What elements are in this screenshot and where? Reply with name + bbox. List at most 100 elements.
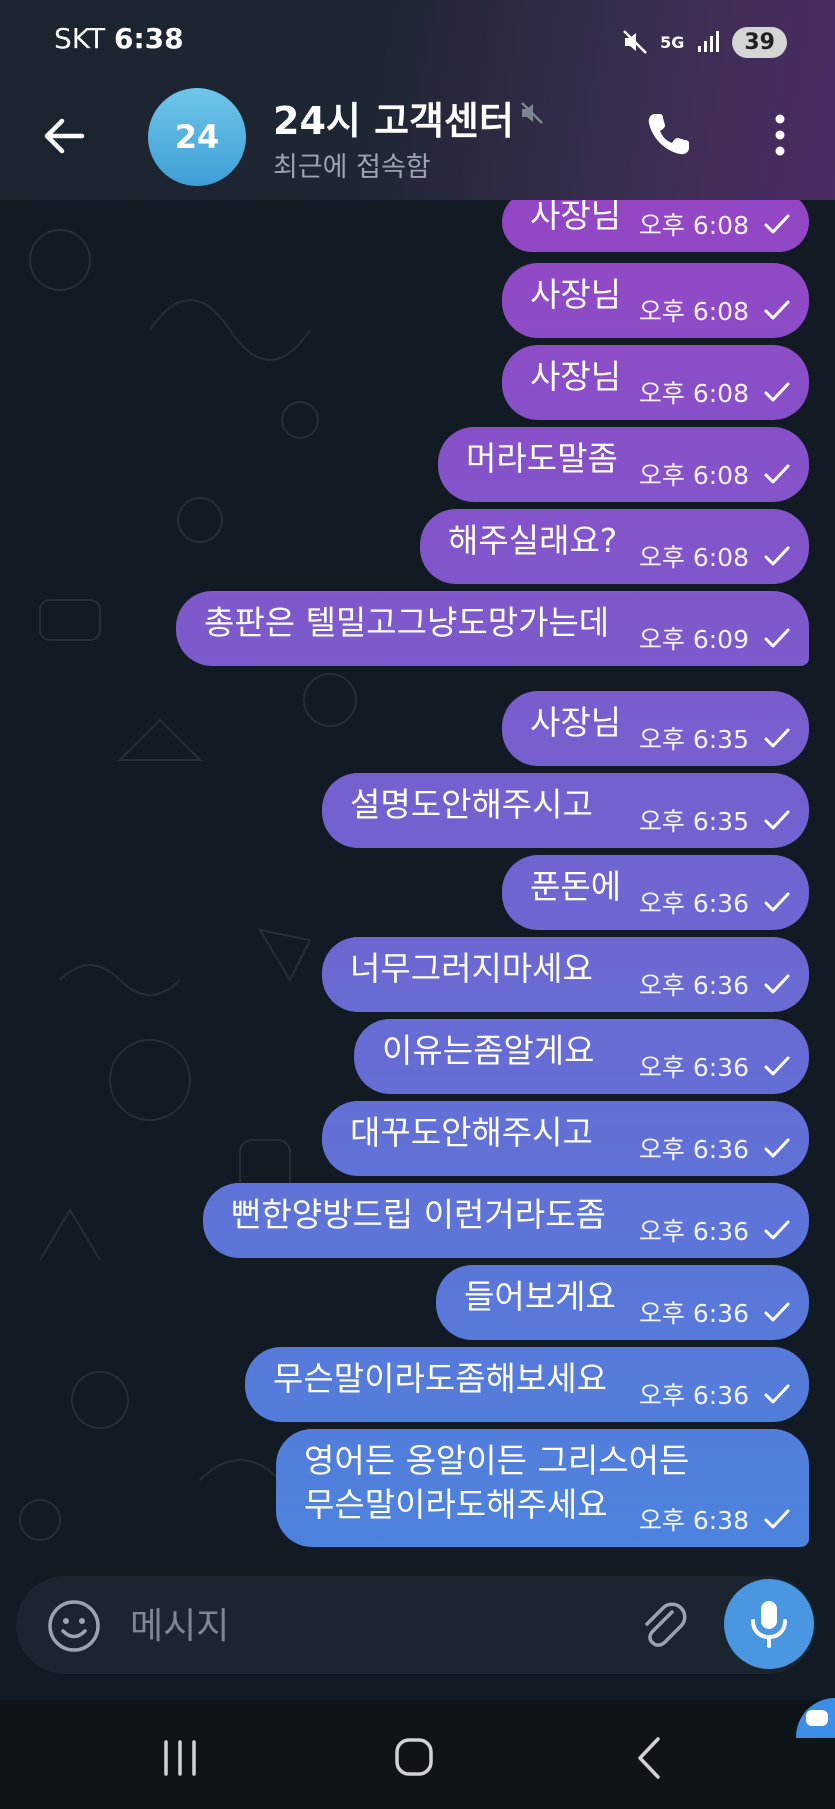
message-text: 사장님 [530,196,622,235]
message-time: 오후 6:36 [638,971,749,1000]
check-icon [764,974,790,994]
message-time: 오후 6:36 [638,1135,749,1164]
message-meta: 오후 6:36 [639,1130,791,1166]
message-time: 오후 6:36 [638,1381,749,1410]
check-icon [764,546,790,566]
check-icon [764,300,790,320]
home-icon[interactable] [384,1730,444,1786]
message-meta: 오후 6:36 [639,884,791,920]
message-time: 오후 6:36 [638,1217,749,1246]
more-vert-icon[interactable] [760,112,800,158]
message-bubble[interactable]: 들어보게요오후 6:36 [436,1265,809,1340]
message-time: 오후 6:36 [638,889,749,918]
message-text: 들어보게요 [464,1277,616,1316]
message-text: 영어든 옹알이든 그리스어든 무슨말이라도해주세요 [304,1441,690,1524]
message-text: 너무그러지마세요 [350,949,593,988]
message-bubble[interactable]: 영어든 옹알이든 그리스어든 무슨말이라도해주세요 오후 6:38 [276,1429,809,1547]
message-bubble[interactable]: 사장님오후 6:08 [502,263,809,338]
back-arrow-icon[interactable] [38,110,90,162]
message-list[interactable]: 사장님 오후 6:08 사장님 오후 6:08 사장님 오후 6:08 머라도말좀 오후 6:… [0,192,835,1570]
message-bubble[interactable]: 설명도안해주시고오후 6:35 [322,773,809,848]
message-time: 오후 6:08 [638,543,749,572]
message-text: 머라도말좀 [466,439,618,478]
clock: 6:38 [113,22,184,55]
last-seen-status: 최근에 접속함 [273,152,431,183]
message-bubble[interactable]: 사장님 오후 6:08 [502,345,809,420]
message-text: 푼돈에 [530,867,622,906]
system-navigation-bar [0,1700,835,1809]
message-time: 오후 6:36 [638,1053,749,1082]
message-time: 오후 6:35 [638,807,749,836]
message-meta: 오후 6:38 [639,1501,791,1537]
check-icon [764,728,790,748]
mute-icon [521,102,543,124]
avatar[interactable]: 24 [148,88,246,186]
message-time: 오후 6:38 [638,1506,749,1535]
chat-header: SKT 6:38 5G 39 24 24시 고객센터 최근에 접속함 [0,0,835,200]
message-meta: 오후 6:35 [639,720,791,756]
recent-apps-icon[interactable] [150,1730,210,1786]
message-text: 설명도안해주시고 [350,785,593,824]
message-meta: 오후 6:08 [639,456,791,492]
message-bubble[interactable]: 해주실래요? 오후 6:08 [420,509,809,584]
check-icon [764,892,790,912]
message-bubble[interactable]: 총판은 텔밀고그냥도망가는데오후 6:09 [176,591,809,666]
message-text: 사장님 [530,703,622,742]
message-input[interactable] [128,1596,612,1656]
message-text: 무슨말이라도좀해보세요 [273,1359,607,1398]
check-icon [764,1138,790,1158]
message-meta: 오후 6:36 [639,1294,791,1330]
message-bubble[interactable]: 사장님오후 6:35 [502,691,809,766]
network-type-icon: 5G [660,32,685,52]
message-meta: 오후 6:36 [639,1212,791,1248]
signal-icon [698,31,720,52]
check-icon [764,464,790,484]
message-text: 사장님 [530,275,622,314]
message-meta: 오후 6:08 [639,374,791,410]
voice-record-button[interactable] [724,1579,814,1669]
message-bubble[interactable]: 무슨말이라도좀해보세요오후 6:36 [245,1347,809,1422]
message-time: 오후 6:35 [638,725,749,754]
message-time: 오후 6:08 [638,297,749,326]
message-composer [16,1576,816,1674]
check-icon [764,1056,790,1076]
microphone-icon [751,1601,787,1648]
phone-icon[interactable] [643,110,693,160]
message-text: 사장님 [530,357,622,396]
chat-title[interactable]: 24시 고객센터 [273,90,514,145]
message-time: 오후 6:09 [638,625,749,654]
message-text: 이유는좀알게요 [382,1031,595,1070]
check-icon [764,1384,790,1404]
nav-back-icon[interactable] [620,1730,680,1786]
emoji-icon[interactable] [46,1598,102,1654]
message-meta: 오후 6:08 [639,292,791,328]
message-meta: 오후 6:36 [639,966,791,1002]
check-icon [764,1509,790,1529]
carrier-label: SKT [54,22,106,55]
message-bubble[interactable]: 머라도말좀오후 6:08 [438,427,809,502]
message-text: 뻔한양방드립 이런거라도좀 [231,1195,606,1234]
message-text: 대꾸도안해주시고 [350,1113,593,1152]
message-bubble[interactable]: 푼돈에오후 6:36 [502,855,809,930]
message-meta: 오후 6:08 [639,206,791,242]
mute-status-icon [623,30,647,54]
message-text: 총판은 텔밀고그냥도망가는데 [204,603,610,642]
message-time: 오후 6:36 [638,1299,749,1328]
message-bubble[interactable]: 대꾸도안해주시고오후 6:36 [322,1101,809,1176]
chat-bubble-icon [806,1710,828,1726]
message-text: 해주실래요? [448,521,618,560]
message-bubble[interactable]: 이유는좀알게요오후 6:36 [354,1019,809,1094]
check-icon [764,1220,790,1240]
message-bubble[interactable]: 뻔한양방드립 이런거라도좀오후 6:36 [203,1183,809,1258]
status-bar: SKT 6:38 5G 39 [0,0,835,82]
message-bubble[interactable]: 너무그러지마세요오후 6:36 [322,937,809,1012]
message-bubble[interactable]: 사장님 오후 6:08 [502,192,809,252]
check-icon [764,628,790,648]
message-meta: 오후 6:36 [639,1048,791,1084]
check-icon [764,382,790,402]
battery-indicator: 39 [732,26,787,58]
message-time: 오후 6:08 [638,461,749,490]
message-meta: 오후 6:36 [639,1376,791,1412]
paperclip-icon[interactable] [636,1598,690,1652]
message-time: 오후 6:08 [638,211,749,240]
